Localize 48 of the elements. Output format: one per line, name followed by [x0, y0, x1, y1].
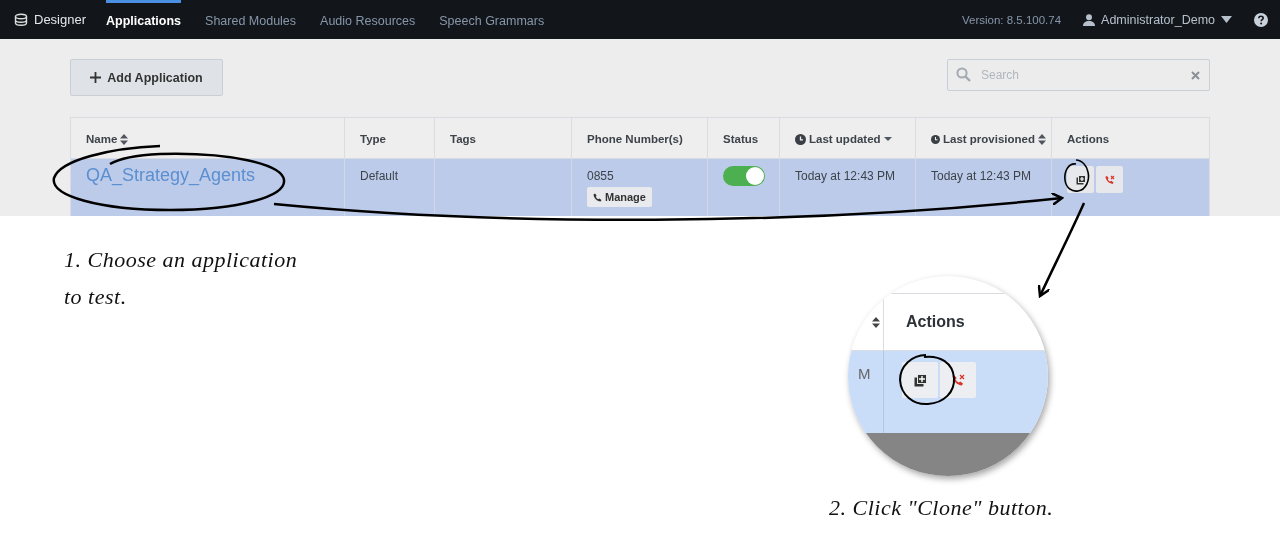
clone-icon — [913, 373, 927, 387]
sort-icon[interactable] — [120, 133, 129, 145]
column-header: Type — [360, 133, 386, 145]
clock-icon — [795, 133, 806, 145]
sort-down-icon[interactable] — [883, 136, 892, 142]
manage-button[interactable]: Manage — [587, 187, 652, 207]
status-toggle[interactable] — [723, 166, 765, 186]
caret-icon — [1221, 16, 1232, 23]
circle-mark — [899, 354, 955, 405]
table-cell: Today at 12:43 PM — [931, 169, 1032, 183]
column-header: Last provisioned — [942, 133, 1035, 145]
user-menu[interactable]: Administrator_Demo — [1083, 12, 1232, 27]
search-field[interactable]: Search — [947, 59, 1210, 91]
app-name: Designer — [34, 12, 87, 27]
column-header: Tags — [450, 133, 476, 145]
search-icon — [956, 67, 971, 82]
clone-button[interactable] — [902, 362, 938, 398]
column-header: Name — [86, 133, 118, 145]
column-header: Last updated — [809, 133, 881, 145]
phone-cross-icon — [1104, 174, 1115, 185]
circle-mark — [1064, 159, 1090, 192]
column-header: Actions — [1067, 133, 1110, 145]
nav-tab[interactable]: Speech Grammars — [439, 0, 545, 39]
clear-icon[interactable] — [1191, 71, 1200, 80]
add-application-button[interactable]: Add Application — [70, 59, 223, 96]
phone-icon — [593, 192, 602, 202]
clone-icon — [1075, 174, 1086, 185]
sort-icon[interactable] — [872, 316, 880, 328]
annotation-text: 1. Choose an application to test. — [64, 246, 299, 311]
nav-tab[interactable]: Shared Modules — [205, 0, 297, 39]
plus-icon — [90, 72, 102, 83]
column-header: Actions — [906, 313, 965, 331]
database-icon — [14, 12, 28, 27]
nav-tab[interactable]: Audio Resources — [320, 0, 416, 39]
deprovision-button[interactable] — [940, 362, 976, 398]
column-header: Status — [723, 133, 759, 145]
table-cell: Default — [360, 169, 399, 183]
table-cell: Today at 12:43 PM — [795, 169, 896, 183]
table-row[interactable]: QA_Strategy_Agents Default 0855 Manage Today at 12:43 PM Today at 12:43 PM — [71, 159, 1209, 216]
user-icon — [1083, 13, 1096, 26]
clone-button[interactable] — [1067, 166, 1094, 193]
sort-icon[interactable] — [1038, 133, 1046, 145]
clock-icon — [931, 133, 940, 145]
phone-number: 0855 — [587, 169, 614, 183]
help-icon[interactable] — [1254, 12, 1268, 27]
annotation-text: 2. Click "Clone" button. — [829, 494, 1054, 522]
version-text: Version: 8.5.100.74 — [961, 13, 1062, 26]
column-header: Phone Number(s) — [587, 133, 683, 145]
